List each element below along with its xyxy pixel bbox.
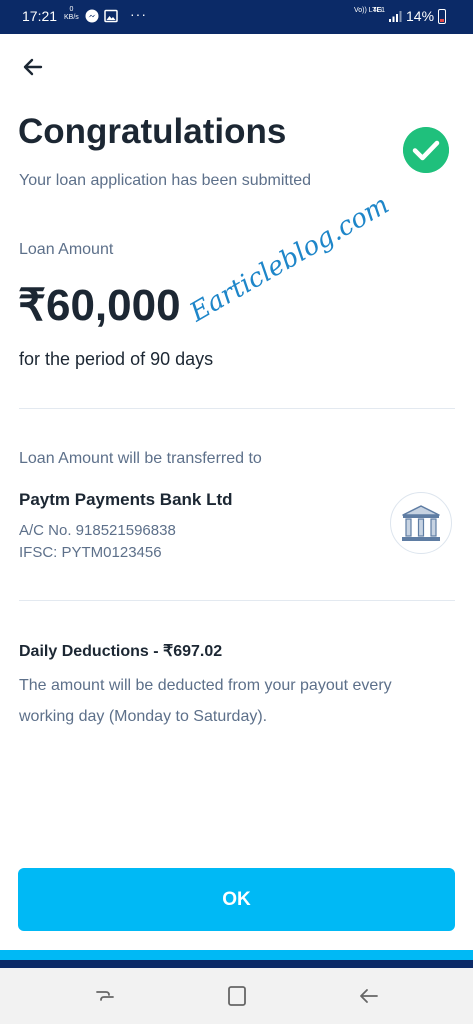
back-arrow-icon[interactable] <box>20 54 46 80</box>
transfer-label: Loan Amount will be transferred to <box>19 450 262 467</box>
page-subtitle: Your loan application has been submitted <box>19 172 312 189</box>
page-title: Congratulations <box>18 112 287 151</box>
bottom-dark-stripe <box>0 960 473 968</box>
ok-button[interactable]: OK <box>18 868 455 931</box>
loan-amount-label: Loan Amount <box>19 241 114 258</box>
divider <box>19 408 455 409</box>
success-check-icon <box>403 127 449 173</box>
bottom-accent-stripe <box>0 950 473 960</box>
home-icon[interactable] <box>222 982 252 1010</box>
battery-icon <box>438 9 446 24</box>
data-speed-unit: KB/s <box>64 14 79 21</box>
bank-name: Paytm Payments Bank Ltd <box>19 490 233 509</box>
ifsc-code: IFSC: PYTM0123456 <box>19 544 162 561</box>
data-speed-value: 0 <box>69 6 74 13</box>
bank-icon <box>390 492 452 554</box>
daily-deductions-title: Daily Deductions - ₹697.02 <box>19 643 223 660</box>
system-nav-bar <box>0 968 473 1024</box>
loan-period: for the period of 90 days <box>19 349 214 369</box>
loan-amount-value: ₹60,000 <box>18 281 181 330</box>
messenger-icon <box>85 9 99 23</box>
status-bar: 17:21 0 KB/s ··· Vo)) LTE1 4G 14% <box>0 0 473 34</box>
bank-building-icon <box>402 505 440 541</box>
watermark: Earticleblog.com <box>185 189 395 328</box>
recent-apps-icon[interactable] <box>90 982 120 1010</box>
status-time: 17:21 <box>22 8 58 24</box>
nav-back-icon[interactable] <box>354 982 384 1010</box>
divider <box>19 600 455 601</box>
more-notifications-icon: ··· <box>130 6 147 22</box>
daily-deductions-description: The amount will be deducted from your pa… <box>19 677 392 725</box>
account-number: A/C No. 918521596838 <box>19 522 176 539</box>
battery-percent: 14% <box>406 8 435 24</box>
signal-icon <box>389 11 402 22</box>
gallery-icon <box>104 9 118 23</box>
network-type: 4G <box>373 7 383 14</box>
data-speed: 0 KB/s <box>64 6 79 22</box>
